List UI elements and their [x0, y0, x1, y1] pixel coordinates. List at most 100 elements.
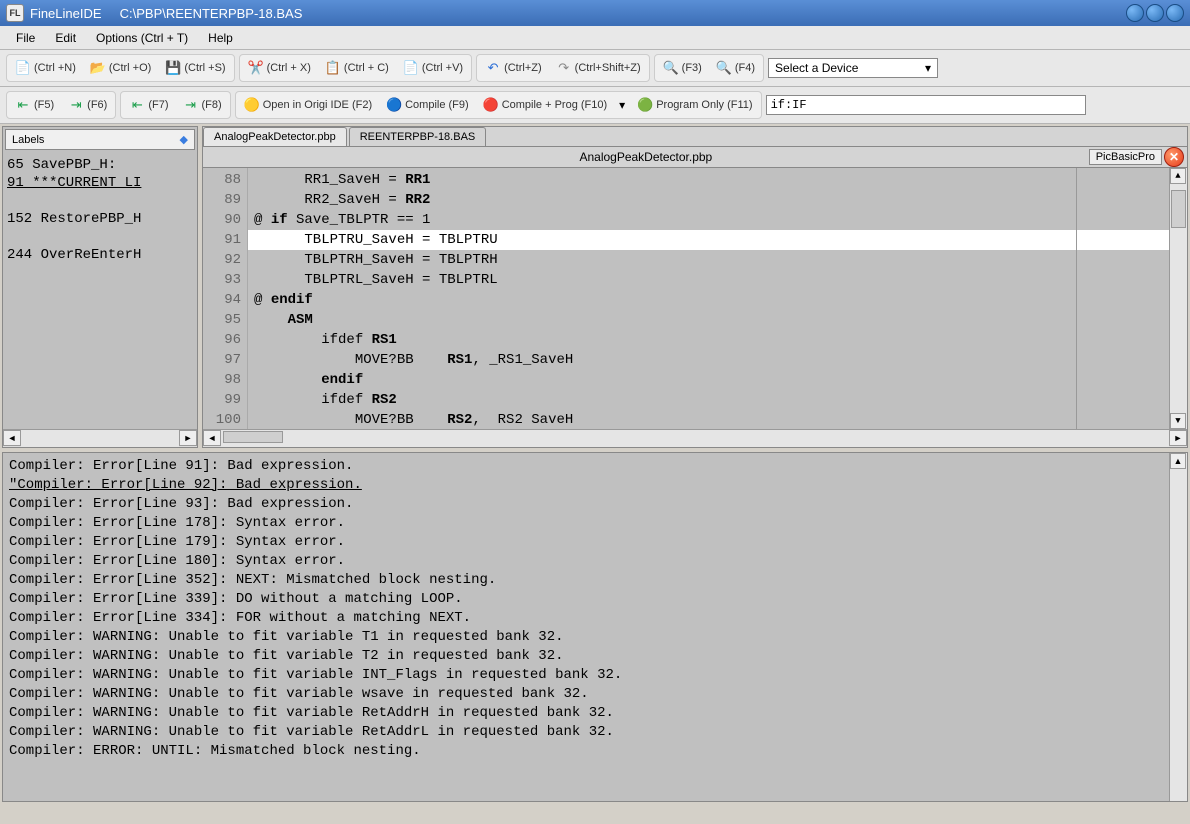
output-line[interactable]: Compiler: WARNING: Unable to fit variabl… [9, 666, 1163, 685]
tab-close-button[interactable]: ✕ [1164, 147, 1184, 167]
copy-button[interactable]: 📋(Ctrl + C) [319, 57, 395, 79]
scroll-up-icon[interactable]: ▲ [1170, 168, 1186, 184]
output-line[interactable]: Compiler: WARNING: Unable to fit variabl… [9, 685, 1163, 704]
output-line[interactable]: Compiler: Error[Line 93]: Bad expression… [9, 495, 1163, 514]
play-blue-icon: 🔵 [386, 97, 402, 113]
output-line[interactable]: Compiler: WARNING: Unable to fit variabl… [9, 704, 1163, 723]
new-button[interactable]: 📄(Ctrl +N) [9, 57, 82, 79]
scroll-right-icon[interactable]: ► [179, 430, 197, 446]
program-only-button[interactable]: 🟢Program Only (F11) [631, 94, 758, 116]
file-title: AnalogPeakDetector.pbp [203, 147, 1089, 167]
labels-header[interactable]: Labels ◆ [5, 129, 195, 150]
output-line[interactable]: Compiler: Error[Line 179]: Syntax error. [9, 533, 1163, 552]
output-line[interactable]: Compiler: WARNING: Unable to fit variabl… [9, 647, 1163, 666]
undo-redo-group: ↶(Ctrl+Z) ↷(Ctrl+Shift+Z) [476, 54, 650, 82]
cut-button[interactable]: ✂️(Ctrl + X) [242, 57, 317, 79]
device-select[interactable]: Select a Device ▾ [768, 58, 938, 78]
code-line[interactable]: RR1_SaveH = RR1 [248, 170, 1169, 190]
compiler-output[interactable]: Compiler: Error[Line 91]: Bad expression… [3, 453, 1169, 801]
code-line[interactable]: RR2_SaveH = RR2 [248, 190, 1169, 210]
output-line[interactable]: Compiler: WARNING: Unable to fit variabl… [9, 628, 1163, 647]
tab-analogpeakdetector-pbp[interactable]: AnalogPeakDetector.pbp [203, 127, 347, 146]
labels-list[interactable]: 65 SavePBP_H:91 ***CURRENT LI 152 Restor… [3, 152, 197, 429]
code-line[interactable]: MOVE?BB RS1, _RS1_SaveH [248, 350, 1169, 370]
code-line[interactable]: MOVE?BB RS2, RS2 SaveH [248, 410, 1169, 429]
label-item[interactable]: 65 SavePBP_H: [7, 156, 193, 174]
output-line[interactable]: Compiler: WARNING: Unable to fit variabl… [9, 723, 1163, 742]
label-item[interactable]: 244 OverReEnterH [7, 246, 193, 264]
code-line[interactable]: ASM [248, 310, 1169, 330]
tab-reenterpbp-18-bas[interactable]: REENTERPBP-18.BAS [349, 127, 487, 146]
output-line[interactable]: Compiler: Error[Line 91]: Bad expression… [9, 457, 1163, 476]
editor-vscroll[interactable]: ▲ ▼ [1169, 168, 1187, 429]
output-line[interactable]: Compiler: ERROR: UNTIL: Mismatched block… [9, 742, 1163, 761]
code-line[interactable]: TBLPTRH_SaveH = TBLPTRH [248, 250, 1169, 270]
find-next-button[interactable]: 🔍(F4) [710, 57, 761, 79]
dropdown-arrow-icon[interactable]: ▾ [615, 98, 629, 112]
search-next-icon: 🔍 [716, 60, 732, 76]
window-title: FineLineIDE C:\PBP\REENTERPBP-18.BAS [30, 6, 1126, 21]
editor-tabs: AnalogPeakDetector.pbpREENTERPBP-18.BAS [203, 127, 1187, 147]
scroll-thumb[interactable] [1171, 190, 1186, 228]
minimize-button[interactable] [1126, 4, 1144, 22]
hscroll-thumb[interactable] [223, 431, 283, 443]
scroll-left-icon[interactable]: ◄ [203, 430, 221, 446]
output-vscroll[interactable]: ▲ [1169, 453, 1187, 801]
scroll-down-icon[interactable]: ▼ [1170, 413, 1186, 429]
output-line[interactable]: Compiler: Error[Line 339]: DO without a … [9, 590, 1163, 609]
output-line[interactable]: Compiler: Error[Line 334]: FOR without a… [9, 609, 1163, 628]
language-badge: PicBasicPro [1089, 149, 1162, 165]
output-line[interactable]: Compiler: Error[Line 178]: Syntax error. [9, 514, 1163, 533]
open-origi-ide-button[interactable]: 🟡Open in Origi IDE (F2) [238, 94, 378, 116]
open-button[interactable]: 📂(Ctrl +O) [84, 57, 157, 79]
label-item[interactable]: 91 ***CURRENT LI [7, 174, 193, 192]
if-input[interactable] [766, 95, 1086, 115]
undo-button[interactable]: ↶(Ctrl+Z) [479, 57, 548, 79]
labels-hscroll[interactable]: ◄ ► [3, 429, 197, 447]
code-line[interactable]: endif [248, 370, 1169, 390]
label-item[interactable]: 152 RestorePBP_H [7, 210, 193, 228]
code-editor[interactable]: 888990919293949596979899100 RR1_SaveH = … [203, 168, 1187, 429]
indent-left-icon: ⇤ [15, 97, 31, 113]
code-line[interactable]: TBLPTRL_SaveH = TBLPTRL [248, 270, 1169, 290]
output-line[interactable]: "Compiler: Error[Line 92]: Bad expressio… [9, 476, 1163, 495]
find-button[interactable]: 🔍(F3) [657, 57, 708, 79]
menu-file[interactable]: File [6, 28, 45, 48]
compile-button[interactable]: 🔵Compile (F9) [380, 94, 475, 116]
code-line[interactable]: ifdef RS1 [248, 330, 1169, 350]
f6-button[interactable]: ⇥(F6) [62, 94, 113, 116]
diamond-icon: ◆ [180, 133, 188, 146]
code-line[interactable]: ifdef RS2 [248, 390, 1169, 410]
uncomment-icon: ⇥ [183, 97, 199, 113]
f5-button[interactable]: ⇤(F5) [9, 94, 60, 116]
menu-edit[interactable]: Edit [45, 28, 86, 48]
paste-icon: 📄 [403, 60, 419, 76]
scroll-track[interactable] [21, 430, 179, 447]
compile-prog-button[interactable]: 🔴Compile + Prog (F10) [477, 94, 613, 116]
code-line[interactable]: @ endif [248, 290, 1169, 310]
code-area[interactable]: RR1_SaveH = RR1 RR2_SaveH = RR2@ if Save… [248, 168, 1169, 429]
editor-pane: AnalogPeakDetector.pbpREENTERPBP-18.BAS … [202, 126, 1188, 448]
paste-button[interactable]: 📄(Ctrl +V) [397, 57, 469, 79]
close-window-button[interactable] [1166, 4, 1184, 22]
window-buttons [1126, 4, 1184, 22]
code-line[interactable]: @ if Save_TBLPTR == 1 [248, 210, 1169, 230]
maximize-button[interactable] [1146, 4, 1164, 22]
code-line[interactable]: TBLPTRU_SaveH = TBLPTRU [248, 230, 1169, 250]
menu-options[interactable]: Options (Ctrl + T) [86, 28, 198, 48]
scroll-left-icon[interactable]: ◄ [3, 430, 21, 446]
close-icon: ✕ [1169, 150, 1179, 164]
editor-hscroll[interactable]: ◄ ► [203, 429, 1187, 447]
save-button[interactable]: 💾(Ctrl +S) [159, 57, 231, 79]
main-area: Labels ◆ 65 SavePBP_H:91 ***CURRENT LI 1… [0, 124, 1190, 450]
scroll-up-icon[interactable]: ▲ [1170, 453, 1186, 469]
f8-button[interactable]: ⇥(F8) [177, 94, 228, 116]
scroll-right-icon[interactable]: ► [1169, 430, 1187, 446]
f7-button[interactable]: ⇤(F7) [123, 94, 174, 116]
redo-button[interactable]: ↷(Ctrl+Shift+Z) [550, 57, 647, 79]
output-line[interactable]: Compiler: Error[Line 352]: NEXT: Mismatc… [9, 571, 1163, 590]
scroll-track[interactable] [221, 430, 1169, 447]
file-path: C:\PBP\REENTERPBP-18.BAS [120, 6, 303, 21]
output-line[interactable]: Compiler: Error[Line 180]: Syntax error. [9, 552, 1163, 571]
menu-help[interactable]: Help [198, 28, 243, 48]
